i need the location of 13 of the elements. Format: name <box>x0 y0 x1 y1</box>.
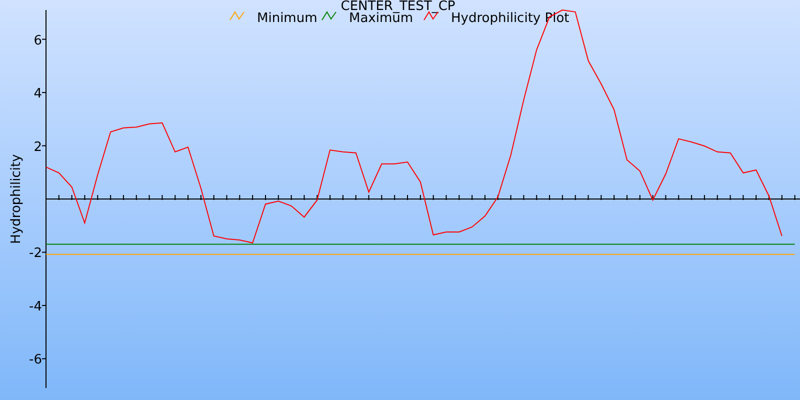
legend-line-icon <box>230 11 244 20</box>
y-tick-label: -6 <box>29 352 42 368</box>
legend-line-icon <box>322 11 336 20</box>
y-tick-label: 6 <box>34 33 42 48</box>
y-tick-label: 2 <box>34 140 42 155</box>
y-tick-label: -4 <box>29 299 42 314</box>
y-tick-label: -2 <box>29 246 42 262</box>
y-axis-label: Hydrophilicity <box>9 154 24 244</box>
legend-label: Minimum <box>257 11 318 26</box>
chart-title: CENTER_TEST_CP <box>340 0 456 14</box>
y-tick-label: 4 <box>34 86 42 102</box>
legend-label: Maximum <box>349 11 414 26</box>
legend-line-icon <box>424 11 438 20</box>
